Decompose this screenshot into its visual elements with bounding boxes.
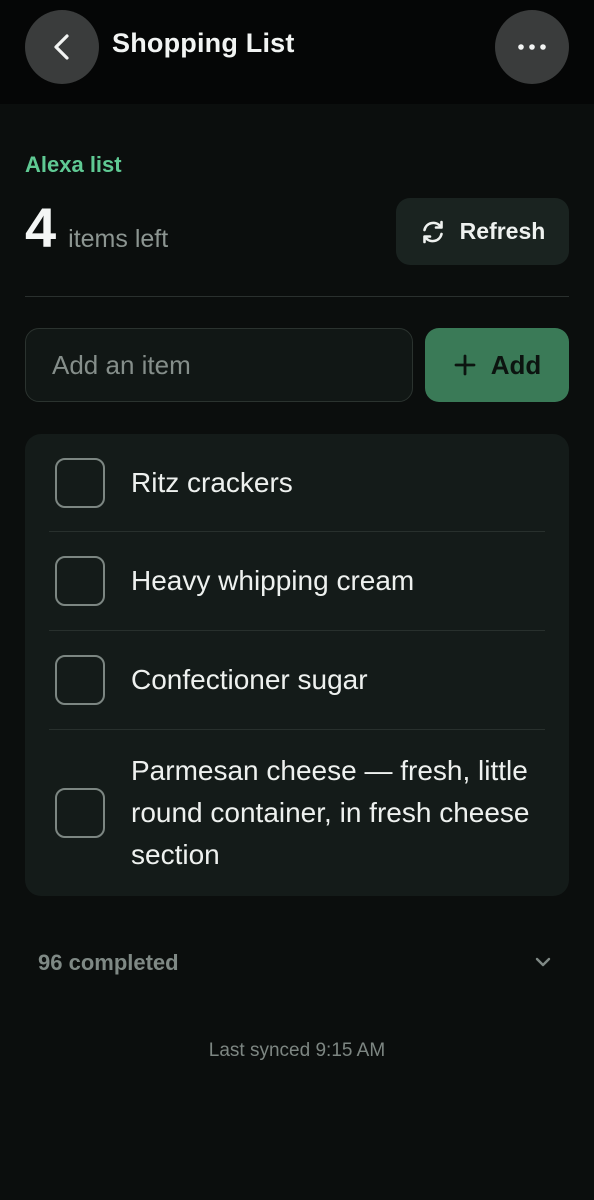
page-title: Shopping List bbox=[112, 28, 295, 58]
summary-divider bbox=[25, 296, 569, 297]
plus-icon bbox=[454, 354, 476, 376]
back-button[interactable] bbox=[25, 10, 99, 84]
completed-toggle[interactable]: 96 completed bbox=[25, 930, 569, 996]
list-item[interactable]: Ritz crackers bbox=[49, 434, 545, 532]
more-horizontal-icon bbox=[518, 44, 546, 50]
item-checkbox[interactable] bbox=[55, 788, 105, 838]
item-checkbox[interactable] bbox=[55, 556, 105, 606]
item-text: Parmesan cheese — fresh, little round co… bbox=[131, 755, 530, 870]
item-checkbox[interactable] bbox=[55, 655, 105, 705]
item-text: Confectioner sugar bbox=[131, 664, 368, 695]
shopping-items-list: Ritz crackers Heavy whipping cream Confe… bbox=[25, 434, 569, 896]
add-item-input[interactable] bbox=[25, 328, 413, 402]
item-checkbox[interactable] bbox=[55, 457, 105, 508]
list-source-label: Alexa list bbox=[25, 152, 122, 177]
items-left-count: 4 bbox=[25, 196, 57, 259]
refresh-button[interactable]: Refresh bbox=[396, 198, 569, 265]
more-options-button[interactable] bbox=[495, 10, 569, 84]
refresh-icon bbox=[422, 220, 443, 243]
items-left-summary: 4 items left bbox=[25, 196, 168, 260]
items-left-label: items left bbox=[68, 225, 169, 253]
chevron-down-icon bbox=[535, 957, 551, 967]
add-button-label: Add bbox=[490, 349, 542, 380]
item-text: Heavy whipping cream bbox=[131, 565, 415, 596]
add-item-button[interactable]: Add bbox=[425, 328, 569, 402]
completed-count-label: 96 completed bbox=[38, 950, 179, 975]
last-synced-text: Last synced 9:15 AM bbox=[208, 1040, 386, 1061]
list-item[interactable]: Heavy whipping cream bbox=[49, 532, 545, 631]
item-text: Ritz crackers bbox=[131, 466, 293, 498]
list-item[interactable]: Confectioner sugar bbox=[49, 631, 545, 730]
list-item[interactable]: Parmesan cheese — fresh, little round co… bbox=[49, 730, 545, 896]
app-screen: Shopping List Alexa list 4 items left Re… bbox=[0, 0, 594, 1200]
refresh-label: Refresh bbox=[459, 218, 546, 244]
app-header: Shopping List bbox=[0, 0, 594, 104]
chevron-left-icon bbox=[54, 34, 69, 60]
